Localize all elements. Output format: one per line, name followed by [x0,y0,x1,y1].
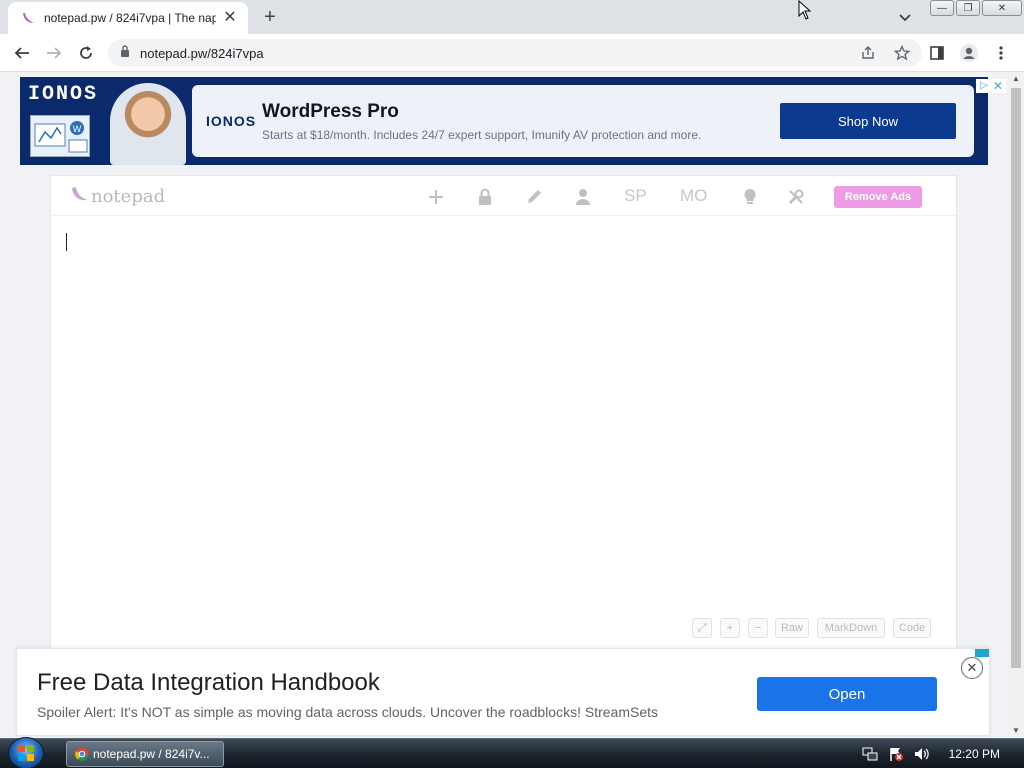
windows-logo-icon [18,745,34,761]
spellcheck-sp-button[interactable]: SP [624,186,647,206]
wordpress-illustration: W [30,115,90,157]
reload-icon[interactable] [74,41,98,65]
system-tray: 12:20 PM [861,739,1024,768]
lock-icon[interactable] [120,44,130,62]
notepad-logo[interactable]: notepad [71,186,165,207]
note-editor-textarea[interactable] [51,217,956,607]
ad-person-photo [110,83,186,165]
monospace-mo-button[interactable]: MO [680,186,707,206]
scroll-down-arrow-icon[interactable]: ▼ [1008,724,1024,738]
notepad-bottom-bar: ⤢ + − Raw MarkDown Code [51,618,956,642]
scroll-up-arrow-icon[interactable]: ▲ [1008,72,1024,86]
window-controls: — ❐ ✕ [928,0,1024,16]
volume-speaker-icon[interactable] [913,746,931,762]
page-viewport: IONOS W IONOS WordPress Pro Starts at $1… [0,72,1008,738]
mouse-cursor-icon [798,0,812,25]
ad-card-logo: IONOS [206,113,257,129]
ionos-logo: IONOS [28,83,99,106]
lightbulb-icon[interactable] [739,186,761,208]
chrome-icon [75,747,89,761]
taskbar-chrome-window[interactable]: notepad.pw / 824i7v... [66,741,224,767]
notepad-logo-text: notepad [91,186,166,207]
ad-title[interactable]: WordPress Pro [262,101,399,123]
bottom-ad-subtitle: Spoiler Alert: It's NOT as simple as mov… [37,704,659,720]
user-account-icon[interactable] [572,186,594,208]
scroll-thumb[interactable] [1011,88,1021,668]
network-icon[interactable] [861,746,879,762]
tab-search-chevron-icon[interactable] [896,8,914,26]
edit-pencil-icon[interactable] [523,186,545,208]
close-window-button[interactable]: ✕ [982,0,1022,16]
new-tab-button[interactable]: + [258,5,282,29]
browser-tab[interactable]: notepad.pw / 824i7vpa | The nap ✕ [8,2,248,34]
open-button[interactable]: Open [757,677,937,711]
streamsets-bottom-ad[interactable]: Free Data Integration Handbook Spoiler A… [16,648,990,736]
new-note-plus-icon[interactable] [425,186,447,208]
tab-close-icon[interactable]: ✕ [222,10,238,26]
notepad-favicon-icon [20,10,36,26]
tab-title: notepad.pw / 824i7vpa | The nap [44,11,216,25]
side-panel-icon[interactable] [926,42,948,64]
forward-arrow-icon[interactable] [42,41,66,65]
markdown-button[interactable]: MarkDown [817,618,885,638]
raw-button[interactable]: Raw [775,618,809,638]
url-text: notepad.pw/824i7vpa [140,45,264,61]
action-center-flag-icon[interactable] [887,746,905,762]
remove-ads-button[interactable]: Remove Ads [834,186,922,208]
ad-choices-icon[interactable]: ▷ [978,80,990,92]
ad-close-icon[interactable]: ✕ [992,80,1004,92]
bottom-ad-title[interactable]: Free Data Integration Handbook [37,669,380,697]
text-caret [66,233,67,251]
notepad-card: notepad SP MO Remove Ads ⤢ + − Raw MarkD… [50,175,957,655]
ad-choices[interactable]: ▷ ✕ [976,79,1006,93]
ad-card: IONOS WordPress Pro Starts at $18/month.… [192,85,974,157]
svg-text:W: W [73,124,82,134]
start-button[interactable] [8,737,44,768]
windows-taskbar: notepad.pw / 824i7v... 12:20 PM [0,737,1024,768]
settings-tools-icon[interactable] [785,186,807,208]
minimize-button[interactable]: — [930,0,954,16]
address-bar[interactable]: notepad.pw/824i7vpa [108,39,922,67]
browser-menu-icon[interactable] [990,42,1012,64]
bookmark-star-icon[interactable] [893,44,911,66]
taskbar-clock[interactable]: 12:20 PM [949,747,1000,761]
back-arrow-icon[interactable] [10,41,34,65]
tab-strip: notepad.pw / 824i7vpa | The nap ✕ + — ❐ … [0,0,1024,34]
taskbar-window-label: notepad.pw / 824i7v... [93,747,210,761]
page-scrollbar[interactable]: ▲ ▼ [1008,72,1024,738]
zoom-out-minus-icon[interactable]: − [748,618,768,638]
profile-avatar-icon[interactable] [958,42,980,64]
zoom-in-plus-icon[interactable]: + [720,618,740,638]
password-lock-icon[interactable] [474,186,496,208]
ad-subtitle: Starts at $18/month. Includes 24/7 exper… [262,128,702,142]
notepad-header: notepad SP MO Remove Ads [51,176,956,216]
shop-now-button[interactable]: Shop Now [780,103,956,139]
browser-toolbar: notepad.pw/824i7vpa [0,34,1024,72]
expand-icon[interactable]: ⤢ [692,618,712,638]
restore-button[interactable]: ❐ [956,0,980,16]
share-icon[interactable] [860,45,876,66]
ad-corner-marker [975,649,989,657]
ionos-banner-ad[interactable]: IONOS W IONOS WordPress Pro Starts at $1… [20,77,1006,165]
code-button[interactable]: Code [893,618,931,638]
bottom-ad-close-icon[interactable]: ✕ [961,657,983,679]
notepad-leaf-icon [71,186,89,207]
